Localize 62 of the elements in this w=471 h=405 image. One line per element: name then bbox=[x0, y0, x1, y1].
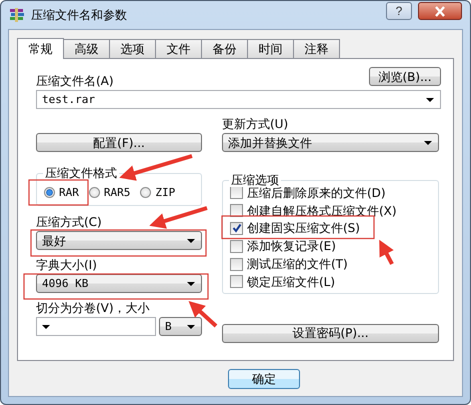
arrow bbox=[379, 240, 394, 265]
tab[interactable]: 常规 bbox=[17, 38, 64, 59]
volume-size-field[interactable] bbox=[36, 317, 156, 336]
archive-name-field[interactable]: test.rar bbox=[36, 90, 441, 109]
checkbox-label: 测试压缩的文件(T) bbox=[247, 257, 348, 272]
checkbox[interactable] bbox=[230, 240, 243, 253]
unit-dropdown[interactable]: B bbox=[159, 317, 202, 336]
group-label: 压缩选项 bbox=[229, 173, 281, 187]
dropdown-value: 最好 bbox=[42, 234, 66, 248]
radio-label: RAR5 bbox=[104, 186, 130, 200]
checkbox-label: 锁定压缩文件(L) bbox=[247, 274, 336, 289]
update-mode-dropdown[interactable]: 添加并替换文件 bbox=[222, 133, 439, 152]
field-label: 更新方式(U) bbox=[222, 117, 288, 131]
close-button[interactable] bbox=[418, 2, 462, 20]
field-label: 压缩文件名(A) bbox=[36, 74, 114, 88]
caret-icon bbox=[42, 324, 50, 328]
highlight-box bbox=[28, 179, 89, 206]
dropdown-value: 4096 KB bbox=[42, 276, 88, 290]
tab[interactable]: 时间 bbox=[247, 39, 294, 58]
radio-button[interactable] bbox=[140, 187, 152, 198]
password-button[interactable]: 设置密码(P)... bbox=[222, 324, 439, 343]
field-label: 切分为分卷(V)，大小 bbox=[36, 301, 150, 315]
radio-button[interactable] bbox=[44, 187, 55, 198]
ok-button[interactable]: 确定 bbox=[228, 368, 300, 388]
caret-icon bbox=[424, 140, 432, 144]
tab[interactable]: 备份 bbox=[201, 39, 248, 58]
caret-icon bbox=[187, 282, 195, 286]
caret-icon bbox=[426, 98, 434, 102]
tab[interactable]: 高级 bbox=[63, 39, 110, 58]
field-label: 压缩方式(C) bbox=[36, 215, 102, 229]
check-icon bbox=[232, 223, 242, 234]
profiles-button[interactable]: 配置(F)... bbox=[36, 133, 202, 152]
checkbox-label: 压缩后删除原来的文件(D) bbox=[247, 186, 386, 200]
field-value: test.rar bbox=[42, 92, 95, 106]
checkbox[interactable] bbox=[230, 222, 243, 235]
checkbox-label: 创建固实压缩文件(S) bbox=[247, 221, 360, 236]
books-icon bbox=[9, 7, 25, 23]
radio-label: RAR bbox=[59, 186, 79, 200]
radio-button[interactable] bbox=[88, 187, 100, 198]
caret-icon bbox=[187, 238, 195, 242]
dropdown-value: 添加并替换文件 bbox=[228, 136, 312, 150]
browse-button[interactable]: 浏览(B)... bbox=[369, 67, 441, 86]
field-label: 字典大小(I) bbox=[36, 258, 97, 272]
help-button[interactable]: ? bbox=[386, 2, 412, 20]
caret-icon bbox=[187, 324, 195, 328]
tab[interactable]: 选项 bbox=[109, 39, 156, 58]
dictionary-size-dropdown[interactable]: 4096 KB bbox=[36, 274, 202, 293]
arrow bbox=[149, 206, 208, 229]
close-icon bbox=[434, 6, 446, 16]
checkbox[interactable] bbox=[230, 186, 243, 200]
checkbox[interactable] bbox=[230, 275, 243, 288]
checkbox[interactable] bbox=[230, 204, 243, 218]
radio-label: ZIP bbox=[155, 186, 176, 200]
arrow bbox=[188, 300, 218, 328]
dropdown-value: B bbox=[165, 320, 172, 334]
tab[interactable]: 文件 bbox=[155, 39, 202, 58]
window-title: 压缩文件名和参数 bbox=[31, 8, 128, 22]
checkbox[interactable] bbox=[230, 258, 243, 271]
group-label: 压缩文件格式 bbox=[43, 166, 119, 180]
tab[interactable]: 注释 bbox=[293, 39, 340, 58]
checkbox-label: 添加恢复记录(E) bbox=[247, 239, 336, 254]
compression-method-dropdown[interactable]: 最好 bbox=[36, 231, 202, 250]
